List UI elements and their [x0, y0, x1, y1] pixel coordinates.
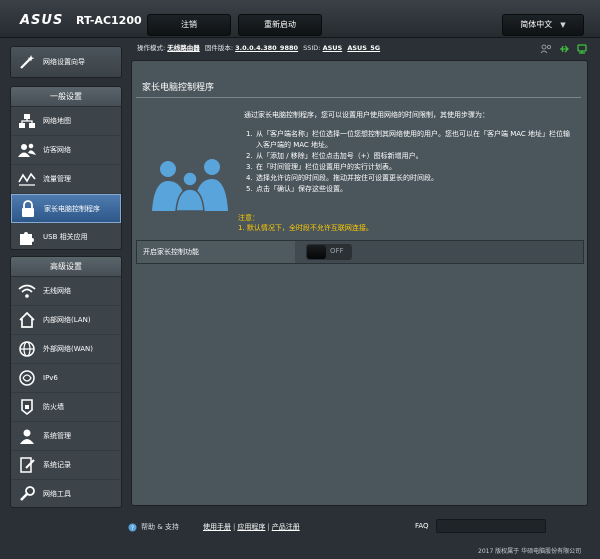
- wizard-label: 网络设置向导: [43, 58, 85, 66]
- sidebar-item-wireless[interactable]: 无线网络: [11, 277, 121, 306]
- mode-label: 操作模式:: [137, 44, 166, 52]
- home-icon: [17, 310, 37, 330]
- network-wizard-button[interactable]: 网络设置向导: [10, 46, 122, 78]
- sidebar-item-label: 系统记录: [43, 461, 71, 469]
- note-title: 注意：: [238, 214, 259, 222]
- info-bar: 操作模式: 无线路由器 固件版本: 3.0.0.4.380_9880 SSID:…: [137, 42, 597, 56]
- sidebar-item-network-tools[interactable]: 网络工具: [11, 480, 121, 507]
- sidebar-item-lan[interactable]: 内部网络(LAN): [11, 306, 121, 335]
- magic-wand-icon: [17, 52, 37, 72]
- status-icons: [540, 44, 588, 54]
- family-icon: [150, 153, 230, 215]
- asus-logo[interactable]: ASUS: [20, 13, 63, 28]
- sidebar-item-label: 访客网络: [43, 146, 71, 154]
- chevron-down-icon: ▼: [560, 21, 566, 29]
- sidebar-item-label: 流量管理: [43, 175, 71, 183]
- ipv6-icon: [17, 368, 37, 388]
- sidebar-item-label: 家长电脑控制程序: [44, 204, 100, 213]
- apps-link[interactable]: 应用程序: [237, 523, 265, 531]
- advanced-settings-title: 高级设置: [11, 257, 121, 277]
- faq-label: FAQ: [415, 522, 429, 530]
- globe-icon: [17, 339, 37, 359]
- sidebar-item-system-log[interactable]: 系统记录: [11, 451, 121, 480]
- manual-link[interactable]: 使用手册: [203, 523, 231, 531]
- sidebar-item-label: 内部网络(LAN): [43, 316, 91, 324]
- main-panel: 家长电脑控制程序 通过家长电脑控制程序，您可以设置用户使用网络的时间限制，其使用…: [131, 60, 588, 506]
- lock-icon: [18, 199, 38, 219]
- copyright: 2017 版权属于 华硕电脑股份有限公司: [478, 548, 582, 555]
- sidebar-item-traffic-manager[interactable]: 流量管理: [11, 165, 121, 194]
- faq-search-input[interactable]: [436, 519, 546, 533]
- sidebar-item-label: 网络地图: [43, 117, 71, 125]
- sidebar-item-guest-network[interactable]: 访客网络: [11, 136, 121, 165]
- help-icon: ?: [128, 523, 137, 532]
- help-support: ? 帮助 & 支持: [128, 522, 179, 532]
- sidebar-item-ipv6[interactable]: IPv6: [11, 364, 121, 393]
- ssid-link-24g[interactable]: ASUS: [323, 44, 343, 52]
- usb-status-icon[interactable]: [558, 44, 570, 54]
- list-item: 5. 点击「确认」保存这些设置。: [246, 185, 347, 193]
- list-item: 3. 在「时间管理」栏位设置用户的实行计划表。: [246, 163, 396, 171]
- reboot-button[interactable]: 重新启动: [238, 14, 322, 36]
- note-text: 1. 默认情况下，全时段不允许互联网连接。: [238, 224, 373, 232]
- intro-text: 通过家长电脑控制程序，您可以设置用户使用网络的时间限制，其使用步骤为：: [244, 111, 489, 119]
- sidebar-item-network-map[interactable]: 网络地图: [11, 107, 121, 136]
- log-icon: [17, 455, 37, 475]
- general-settings-title: 一般设置: [11, 87, 121, 107]
- list-item: 4. 选择允许访问的时间段。拖动并按住可设置更长的时间段。: [246, 174, 438, 182]
- logout-button[interactable]: 注销: [147, 14, 231, 36]
- sidebar-item-usb-apps[interactable]: USB 相关应用: [11, 223, 121, 249]
- parental-control-label: 开启家长控制功能: [137, 241, 295, 263]
- advanced-settings-panel: 高级设置 无线网络 内部网络(LAN) 外部网络(WAN) IPv6 防火墙 系…: [10, 256, 122, 508]
- sidebar-item-label: 无线网络: [43, 287, 71, 295]
- sidebar-item-administration[interactable]: 系统管理: [11, 422, 121, 451]
- sidebar-item-label: 网络工具: [43, 490, 71, 498]
- firmware-value-link[interactable]: 3.0.0.4.380_9880: [235, 44, 298, 52]
- sidebar-item-wan[interactable]: 外部网络(WAN): [11, 335, 121, 364]
- traffic-manager-icon: [17, 169, 37, 189]
- list-item: 1. 从「客户端名称」栏位选择一位您想控制其网络使用的用户。您也可以在「客户端 M…: [246, 130, 571, 149]
- clients-icon[interactable]: [540, 44, 552, 54]
- wireless-icon: [17, 281, 37, 301]
- top-header: ASUS RT-AC1200 注销 重新启动 简体中文 ▼: [0, 0, 600, 38]
- wizard-item[interactable]: 网络设置向导: [11, 47, 121, 77]
- model-name: RT-AC1200: [76, 14, 142, 27]
- sidebar-item-parental-control[interactable]: 家长电脑控制程序: [11, 194, 121, 223]
- svg-text:?: ?: [131, 525, 134, 532]
- help-label: 帮助 & 支持: [141, 523, 179, 531]
- footer: ? 帮助 & 支持 使用手册 | 应用程序 | 产品注册 FAQ 2017 版权属于 华…: [0, 512, 600, 559]
- list-item: 2. 从「添加 / 移除」栏位点击加号（+）图标新增用户。: [246, 152, 423, 160]
- note: 注意： 1. 默认情况下，全时段不允许互联网连接。: [238, 213, 373, 233]
- ssid-link-5g[interactable]: ASUS_5G: [347, 44, 380, 52]
- registration-link[interactable]: 产品注册: [272, 523, 300, 531]
- parental-control-setting-row: 开启家长控制功能 OFF: [136, 240, 584, 264]
- sidebar-item-label: 系统管理: [43, 432, 71, 440]
- toggle-state: OFF: [330, 247, 344, 255]
- sidebar-item-label: 外部网络(WAN): [43, 345, 94, 353]
- firmware-label: 固件版本:: [204, 44, 234, 52]
- network-map-icon: [17, 111, 37, 131]
- parental-control-toggle[interactable]: OFF: [306, 244, 352, 260]
- sidebar-item-label: IPv6: [43, 374, 58, 382]
- language-select[interactable]: 简体中文 ▼: [502, 14, 584, 36]
- admin-icon: [17, 426, 37, 446]
- firewall-icon: [17, 397, 37, 417]
- title-divider: [136, 97, 581, 98]
- toggle-knob: [307, 245, 326, 259]
- ssid-label: SSID:: [303, 44, 321, 52]
- steps-list: 1. 从「客户端名称」栏位选择一位您想控制其网络使用的用户。您也可以在「客户端 M…: [246, 129, 576, 195]
- guest-network-icon: [17, 140, 37, 160]
- mode-value-link[interactable]: 无线路由器: [167, 44, 200, 52]
- sidebar-item-label: USB 相关应用: [43, 233, 88, 241]
- footer-links: 使用手册 | 应用程序 | 产品注册: [203, 523, 300, 531]
- tools-icon: [17, 484, 37, 504]
- sidebar-item-label: 防火墙: [43, 403, 64, 411]
- sidebar-item-firewall[interactable]: 防火墙: [11, 393, 121, 422]
- general-settings-panel: 一般设置 网络地图 访客网络 流量管理 家长电脑控制程序 USB 相关应用: [10, 86, 122, 250]
- page-title: 家长电脑控制程序: [142, 83, 215, 93]
- internet-status-icon[interactable]: [576, 44, 588, 54]
- language-value: 简体中文: [520, 20, 553, 29]
- puzzle-icon: [17, 227, 37, 247]
